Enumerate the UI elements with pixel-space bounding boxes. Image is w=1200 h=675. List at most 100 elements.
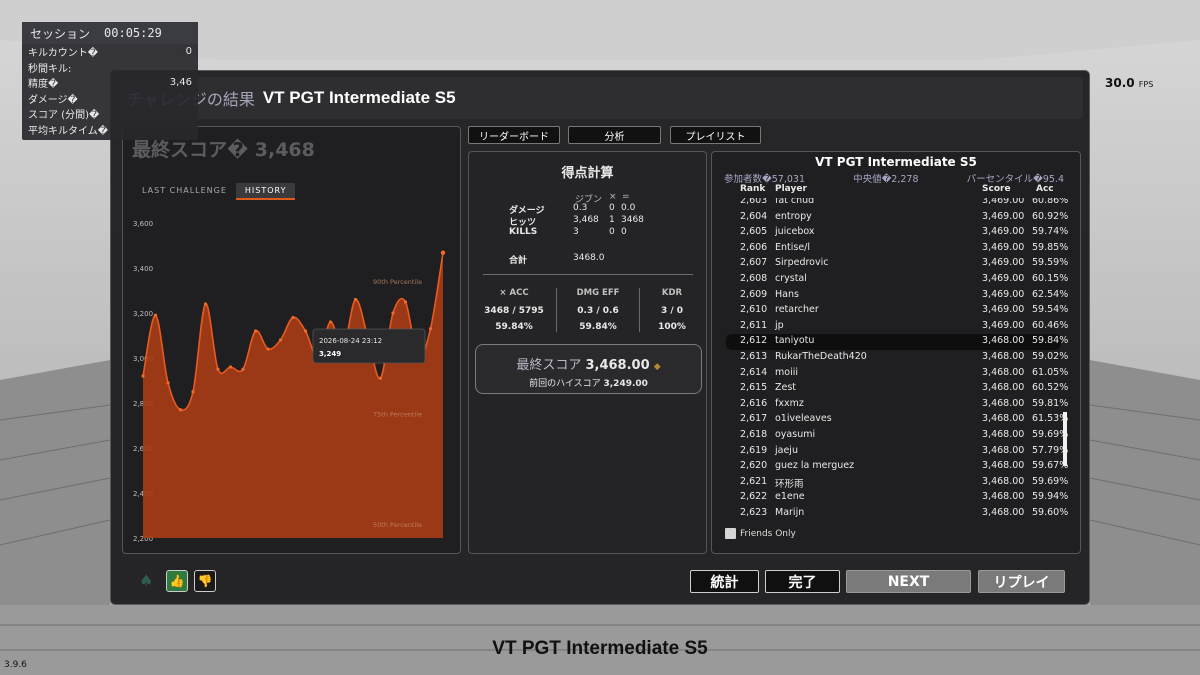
score-cell: 3,468.00 [982,413,1025,425]
score-point[interactable] [266,347,270,351]
table-row[interactable]: 2,606 Entise/l 3,469.00 59.85% [726,241,1068,257]
score-point[interactable] [278,338,283,342]
score-point[interactable] [291,315,295,320]
score-point[interactable] [203,302,208,306]
chart-tooltip: 2026-08-24 23:12 3,249 [312,328,426,364]
stats-button[interactable]: 統計 [690,570,759,593]
rank-cell: 2,619 [740,444,768,456]
column-score: Score [982,184,1011,194]
table-row[interactable]: 2,617 o1iveleaves 3,468.00 61.53% [726,412,1068,428]
score-cell: 3,468.00 [982,397,1025,409]
score-point[interactable] [391,311,395,315]
table-row[interactable]: 2,608 crystal 3,469.00 60.15% [726,272,1068,288]
title-bar: チャレンジの結果 VT PGT Intermediate S5 [117,77,1083,119]
stat-line1: 3 / 0 [660,306,684,316]
acc-cell: 60.46% [1032,319,1069,331]
table-row[interactable]: 2,604 entropy 3,469.00 60.92% [726,210,1068,226]
player-cell: jaeju [775,444,798,456]
final-score-line: 最終スコア 3,468.00 ◆ [476,354,701,373]
rank-cell: 2,618 [740,429,768,440]
tab-analysis[interactable]: 分析 [568,126,661,144]
table-row[interactable]: 2,607 Sirpedrovic 3,469.00 59.59% [726,256,1068,272]
table-row[interactable]: 2,622 e1ene 3,468.00 59.94% [726,490,1068,506]
score-point[interactable] [241,367,245,371]
tab-history[interactable]: HISTORY [235,183,296,200]
leaderboard-row-self[interactable]: 2,612 taniyotu 3,468.00 59.84% [726,334,1068,350]
acc-cell: 60.92% [1032,210,1069,222]
player-cell: oyasumi [775,429,816,440]
table-row[interactable]: 2,609 Hans 3,469.00 62.54% [726,288,1068,304]
session-header: セッション 00:05:29 [22,22,198,44]
score-point[interactable] [153,313,158,317]
score-point[interactable] [428,327,433,331]
column-player: Player [775,184,807,194]
score-point[interactable] [440,250,446,255]
history-chart[interactable]: 3,6003,4003,2003,0002,8002,6002,4002,200… [123,205,462,553]
friends-only-checkbox[interactable] [725,528,736,539]
stat-line2: 59.84% [495,322,533,332]
friends-only-label: Friends Only [740,528,796,539]
leaderboard-scrollbar[interactable] [1063,412,1067,466]
score-cell: 3,468.00 [982,429,1025,440]
table-row[interactable]: 2,613 RukarTheDeath420 3,468.00 59.02% [726,350,1068,366]
rank-cell: 2,603 [740,198,768,206]
table-row[interactable]: 2,614 moiii 3,468.00 61.05% [726,366,1068,382]
acc-cell: 62.54% [1032,288,1069,300]
score-point[interactable] [353,297,358,302]
next-button[interactable]: NEXT [846,570,971,593]
table-row[interactable]: 2,616 fxxmz 3,468.00 59.81% [726,397,1068,413]
score-cell: 3,469.00 [982,288,1025,300]
table-row[interactable]: 2,611 jp 3,469.00 60.46% [726,319,1068,335]
score-point[interactable] [253,329,258,333]
player-cell: juicebox [775,226,815,238]
acc-cell: 59.85% [1032,241,1069,253]
tab-playlist[interactable]: プレイリスト [670,126,761,144]
table-row[interactable]: 2,621 环形雨 3,468.00 59.69% [726,475,1068,491]
score-point[interactable] [228,365,233,369]
score-point[interactable] [378,376,383,380]
table-row[interactable]: 2,605 juicebox 3,469.00 59.74% [726,225,1068,241]
score-point[interactable] [303,329,308,333]
score-cell: 3,468.00 [982,382,1025,394]
session-row: スコア (分間)� [22,106,198,122]
score-point[interactable] [191,390,195,394]
player-cell: guez la merguez [775,460,855,472]
thumbs-up-button[interactable]: 👍 [166,570,188,592]
rank-cell: 2,609 [740,288,768,300]
rank-cell: 2,608 [740,273,768,284]
calc-header-equals: = [622,192,630,202]
tab-leaderboard[interactable]: リーダーボード [468,126,560,144]
stat-line2: 59.84% [579,322,617,332]
version-label: 3.9.6 [4,660,27,670]
table-row[interactable]: 2,623 Marijn 3,468.00 59.60% [726,506,1068,522]
acc-cell: 59.74% [1032,226,1069,238]
table-row[interactable]: 2,619 jaeju 3,468.00 57.79% [726,444,1068,460]
score-point[interactable] [216,367,220,371]
score-point[interactable] [141,374,145,378]
score-point[interactable] [178,408,183,412]
final-score-label: 最終スコア [516,358,582,373]
table-row[interactable]: 2,615 Zest 3,468.00 60.52% [726,381,1068,397]
table-row[interactable]: 2,618 oyasumi 3,468.00 59.69% [726,428,1068,444]
stat-line1: 0.3 / 0.6 [577,306,619,316]
session-row-label: スコア (分間)� [28,110,100,122]
table-row[interactable]: 2,603 fat chud 3,469.00 60.86% [726,198,1068,210]
column-rank: Rank [740,184,766,194]
score-point[interactable] [166,381,170,385]
table-row[interactable]: 2,620 guez la merguez 3,468.00 59.67% [726,459,1068,475]
score-cell: 3,469.00 [982,198,1025,206]
friends-only-toggle[interactable]: Friends Only [725,528,796,539]
done-button[interactable]: 完了 [765,570,840,593]
acc-cell: 59.94% [1032,491,1069,503]
score-point[interactable] [403,300,408,304]
median-score: 中央値�2,278 [853,174,919,185]
replay-button[interactable]: リプレイ [978,570,1065,593]
session-row: ダメージ� [22,91,198,107]
rank-cell: 2,620 [740,460,768,472]
score-point[interactable] [328,320,333,324]
leaderboard-list[interactable]: 2,603 fat chud 3,469.00 60.86% 2,604 entropy 3… [712,198,1080,526]
tab-last-challenge[interactable]: LAST CHALLENGE [133,183,236,200]
thumbs-down-button[interactable]: 👎 [194,570,216,592]
table-row[interactable]: 2,610 retarcher 3,469.00 59.54% [726,303,1068,319]
rank-cell: 2,615 [740,382,768,394]
